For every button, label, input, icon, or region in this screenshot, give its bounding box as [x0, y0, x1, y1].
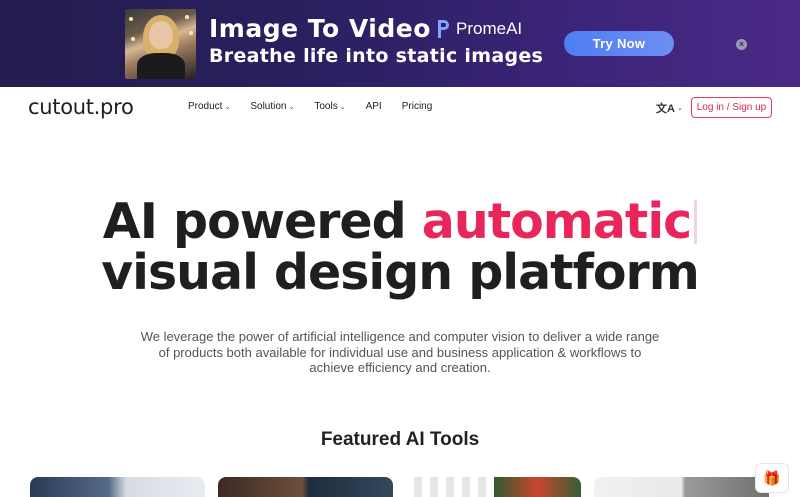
- nav-item-label: Pricing: [401, 101, 433, 112]
- nav-menu: Product ⌄ Solution ⌄ Tools ⌄ API Pricing: [188, 101, 432, 112]
- gift-icon[interactable]: 🎁: [755, 463, 789, 493]
- tool-card[interactable]: [594, 477, 769, 497]
- tool-card[interactable]: [218, 477, 393, 497]
- hero-title-part2: visual design platform: [101, 244, 700, 301]
- nav-item-label: Product: [188, 101, 223, 112]
- close-icon[interactable]: ×: [736, 39, 747, 50]
- tool-card[interactable]: [406, 477, 581, 497]
- chevron-down-icon: ⌄: [224, 103, 231, 111]
- nav-item-product[interactable]: Product ⌄: [188, 101, 230, 112]
- login-signup-button[interactable]: Log in / Sign up: [691, 97, 772, 118]
- nav-item-pricing[interactable]: Pricing: [402, 101, 433, 112]
- tool-card[interactable]: [30, 477, 205, 497]
- promo-banner[interactable]: Image To Video Breathe life into static …: [0, 0, 800, 87]
- chevron-down-icon: ⌄: [288, 103, 295, 111]
- translate-icon: 文A: [656, 103, 675, 115]
- nav-item-solution[interactable]: Solution ⌄: [250, 101, 294, 112]
- tool-card-image: [494, 477, 581, 497]
- hero-title-accent: automatic: [421, 193, 692, 250]
- hero-description: We leverage the power of artificial inte…: [140, 329, 660, 375]
- typing-cursor: [694, 200, 698, 244]
- chevron-down-icon: ⌄: [676, 105, 683, 112]
- nav-item-api[interactable]: API: [366, 101, 382, 112]
- chevron-down-icon: ⌄: [339, 103, 346, 111]
- try-now-button[interactable]: Try Now: [564, 31, 674, 56]
- nav-item-label: Tools: [314, 101, 338, 112]
- banner-brand: PromeAI: [435, 19, 522, 39]
- site-logo[interactable]: cutout.pro: [28, 95, 134, 119]
- portrait-photo: [125, 9, 196, 79]
- nav-item-label: API: [365, 101, 382, 112]
- banner-subtitle: Breathe life into static images: [209, 45, 544, 67]
- hero-title: AI powered automatic visual design platf…: [0, 196, 800, 298]
- banner-title: Image To Video: [209, 14, 431, 43]
- nav-item-tools[interactable]: Tools ⌄: [314, 101, 345, 112]
- promeai-logo-icon: [438, 20, 449, 38]
- top-navigation: cutout.pro Product ⌄ Solution ⌄ Tools ⌄ …: [0, 87, 800, 127]
- nav-item-label: Solution: [250, 101, 287, 112]
- featured-tools-heading: Featured AI Tools: [320, 429, 480, 450]
- language-selector[interactable]: 文A ⌄: [656, 100, 683, 116]
- hero-title-part1: AI powered: [102, 193, 422, 250]
- banner-brand-name: PromeAI: [456, 19, 523, 38]
